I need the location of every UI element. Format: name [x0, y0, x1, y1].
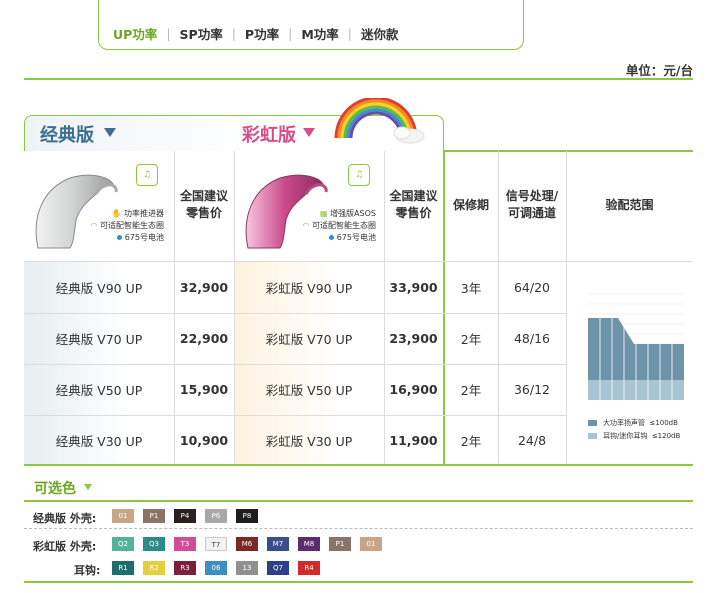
booster-feature: ✋ 功率推进器	[111, 209, 164, 218]
ip68-icon: ♫	[348, 164, 370, 186]
rainbow-model: 彩虹版 V70 UP	[265, 332, 353, 347]
color-chip[interactable]: T7	[205, 537, 227, 551]
booster-icon: ✋	[111, 209, 122, 218]
classic-price: 15,900	[179, 382, 229, 397]
color-chip[interactable]: M8	[298, 537, 320, 551]
colors-title: 可选色	[34, 481, 76, 497]
rainbow-price: 16,900	[389, 382, 438, 397]
rainbow-price: 23,900	[389, 331, 438, 346]
color-chip[interactable]: 01	[360, 537, 382, 551]
battery-feature: 675号电池	[84, 232, 164, 244]
rainbow-features: ▦ 增强版ASOS ◠ 可适配智能生态圈 675号电池	[290, 208, 376, 244]
color-chip[interactable]: P8	[236, 509, 258, 523]
top-divider	[24, 78, 693, 80]
color-chip[interactable]: M6	[236, 537, 258, 551]
classic-price: 22,900	[179, 331, 229, 346]
battery-icon	[328, 235, 334, 240]
rainbow-model: 彩虹版 V50 UP	[265, 383, 353, 398]
rainbow-logo-icon	[334, 98, 425, 144]
channels-value: 48/16	[513, 331, 551, 346]
tab-1[interactable]: SP功率	[180, 24, 223, 43]
channels-value: 36/12	[513, 382, 551, 397]
classic-model: 经典版 V90 UP	[55, 281, 143, 296]
table-bottom-line	[24, 464, 693, 466]
asos-icon: ▦	[319, 209, 328, 218]
header-fitting-range: 验配范围	[605, 197, 654, 212]
bottom-divider	[24, 581, 693, 583]
rainbow-dropdown-icon[interactable]	[303, 128, 315, 137]
eco-feature: ◠ 可适配智能生态圈	[90, 221, 164, 230]
classic-model: 经典版 V50 UP	[55, 383, 143, 398]
color-chip[interactable]: Q3	[143, 537, 165, 551]
color-chip[interactable]: R3	[174, 561, 196, 575]
color-chip[interactable]: 06	[205, 561, 227, 575]
header-channels: 信号处理/可调通道	[505, 189, 559, 220]
header-warranty: 保修期	[452, 197, 489, 212]
header-price-classic: 全国建议零售价	[179, 189, 228, 220]
color-chip[interactable]: 13	[236, 561, 258, 575]
channels-value: 24/8	[517, 433, 547, 448]
rainbow-version-title[interactable]: 彩虹版	[242, 121, 296, 147]
tab-separator: |	[347, 26, 352, 41]
warranty-value: 2年	[460, 383, 482, 398]
rainbow-price: 33,900	[389, 280, 438, 295]
color-chip[interactable]: Q7	[267, 561, 289, 575]
rainbow-model: 彩虹版 V30 UP	[265, 434, 353, 449]
classic-price: 32,900	[179, 280, 229, 295]
color-chip[interactable]: P4	[174, 509, 196, 523]
colors-dashed-divider	[24, 528, 693, 529]
tab-4[interactable]: 迷你款	[361, 24, 399, 43]
color-chip[interactable]: P1	[143, 509, 165, 523]
classic-features: ✋ 功率推进器 ◠ 可适配智能生态圈 675号电池	[84, 208, 164, 244]
color-chip[interactable]: R2	[143, 561, 165, 575]
colors-divider	[24, 500, 693, 502]
warranty-value: 3年	[460, 281, 482, 296]
eco-feature: ◠ 可适配智能生态圈	[302, 221, 376, 230]
color-chip[interactable]: T3	[174, 537, 196, 551]
header-price-rainbow: 全国建议零售价	[389, 189, 438, 220]
color-chip[interactable]: R4	[298, 561, 320, 575]
color-chip[interactable]: P6	[205, 509, 227, 523]
wifi-icon: ◠	[302, 221, 310, 230]
wifi-icon: ◠	[90, 221, 98, 230]
classic-dropdown-icon[interactable]	[104, 128, 116, 137]
color-chip[interactable]: M7	[267, 537, 289, 551]
classic-price: 10,900	[179, 433, 229, 448]
hook-color-label: 耳钩:	[74, 564, 101, 577]
tab-2[interactable]: P功率	[245, 24, 279, 43]
classic-model: 经典版 V30 UP	[55, 434, 143, 449]
rainbow-price: 11,900	[389, 433, 438, 448]
tab-separator: |	[231, 26, 236, 41]
color-chip[interactable]: Q2	[112, 537, 134, 551]
channels-value: 64/20	[513, 280, 551, 295]
classic-version-title[interactable]: 经典版	[40, 121, 94, 147]
color-chip[interactable]: 01	[112, 509, 134, 523]
battery-icon	[116, 235, 122, 240]
color-chip[interactable]: P1	[329, 537, 351, 551]
classic-color-label: 经典版 外壳:	[33, 512, 97, 525]
legend-hook: 耳钩/迷你耳钩 ≤120dB	[603, 432, 681, 440]
rainbow-color-label: 彩虹版 外壳:	[33, 540, 97, 553]
color-chip[interactable]: R1	[112, 561, 134, 575]
tab-separator: |	[288, 26, 293, 41]
asos-feature: ▦ 增强版ASOS	[319, 209, 376, 218]
header-line	[444, 150, 693, 152]
ip68-icon: ♫	[136, 164, 158, 186]
legend-high-power: 大功率扬声管 ≤100dB	[603, 419, 678, 427]
tab-3[interactable]: M功率	[301, 24, 338, 43]
rainbow-model: 彩虹版 V90 UP	[265, 281, 353, 296]
tab-row: UP功率 | SP功率 | P功率 | M功率 | 迷你款	[113, 24, 399, 43]
unit-label: 单位：元/台	[625, 63, 693, 78]
warranty-value: 2年	[460, 332, 482, 347]
classic-model: 经典版 V70 UP	[55, 332, 143, 347]
warranty-value: 2年	[460, 434, 482, 449]
power-tabs: UP功率 | SP功率 | P功率 | M功率 | 迷你款	[98, 0, 524, 50]
colors-arrow-icon	[84, 484, 92, 490]
tab-0[interactable]: UP功率	[113, 24, 157, 43]
tab-separator: |	[166, 26, 171, 41]
battery-feature: 675号电池	[290, 232, 376, 244]
